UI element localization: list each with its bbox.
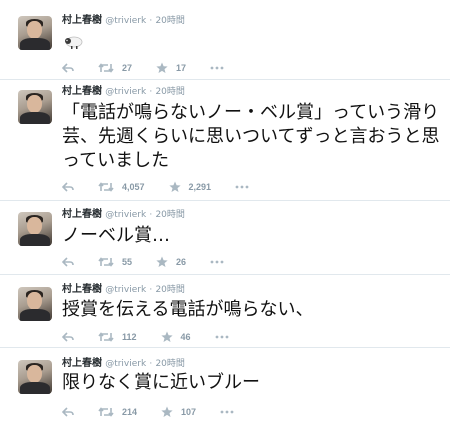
- tweet-actions: 55 26: [62, 255, 248, 269]
- avatar[interactable]: [18, 287, 52, 321]
- tweet-actions: 4,057 2,291: [62, 180, 273, 194]
- retweet-count: 4,057: [122, 182, 145, 192]
- star-icon: [161, 406, 173, 417]
- author-name[interactable]: 村上春樹: [62, 15, 102, 26]
- author-handle[interactable]: @trivierk: [105, 285, 146, 295]
- reply-button[interactable]: [62, 332, 74, 342]
- favorite-count: 26: [176, 257, 187, 267]
- more-button[interactable]: [215, 335, 229, 339]
- retweet-icon: [98, 182, 114, 192]
- author-name[interactable]: 村上春樹: [62, 209, 102, 220]
- timestamp[interactable]: 20時間: [155, 87, 184, 97]
- timestamp[interactable]: 20時間: [155, 359, 184, 369]
- retweet-icon: [98, 257, 114, 267]
- avatar[interactable]: [18, 16, 52, 50]
- author-handle[interactable]: @trivierk: [105, 210, 146, 220]
- separator: ·: [149, 87, 153, 97]
- reply-icon: [62, 63, 74, 73]
- tweet-header: 村上春樹 @trivierk · 20時間: [62, 283, 185, 297]
- avatar[interactable]: [18, 212, 52, 246]
- favorite-button[interactable]: 2,291: [168, 181, 212, 193]
- tweet-text: 限りなく賞に近いブルー: [62, 372, 260, 393]
- tweet-actions: 27 17: [62, 61, 248, 75]
- reply-icon: [62, 407, 74, 417]
- reply-icon: [62, 182, 74, 192]
- tweet-header: 村上春樹 @trivierk · 20時間: [62, 85, 185, 99]
- more-button[interactable]: [210, 260, 224, 264]
- retweet-button[interactable]: 112: [98, 332, 137, 342]
- tweet-header: 村上春樹 @trivierk · 20時間: [62, 208, 185, 222]
- tweet-header: 村上春樹 @trivierk · 20時間: [62, 14, 185, 28]
- favorite-button[interactable]: 107: [161, 406, 196, 418]
- more-icon: [220, 410, 234, 414]
- tweet-text: ノーベル賞…: [62, 225, 170, 246]
- more-icon: [235, 185, 249, 189]
- retweet-count: 55: [122, 257, 133, 267]
- separator: ·: [149, 285, 153, 295]
- more-button[interactable]: [210, 66, 224, 70]
- retweet-icon: [98, 332, 114, 342]
- retweet-button[interactable]: 27: [98, 63, 132, 73]
- reply-button[interactable]: [62, 407, 74, 417]
- retweet-count: 112: [122, 332, 137, 342]
- more-icon: [210, 66, 224, 70]
- star-icon: [156, 256, 168, 267]
- sheep-emoji-icon: [62, 32, 84, 49]
- timeline: 村上春樹 @trivierk · 20時間 27 17 村上春樹 @trivie…: [0, 0, 450, 424]
- author-handle[interactable]: @trivierk: [105, 16, 146, 26]
- tweet-header: 村上春樹 @trivierk · 20時間: [62, 357, 185, 371]
- retweet-count: 214: [122, 407, 138, 417]
- separator: ·: [149, 16, 153, 26]
- favorite-button[interactable]: 46: [160, 331, 191, 343]
- timestamp[interactable]: 20時間: [155, 285, 184, 295]
- tweet-text: [62, 32, 442, 56]
- more-button[interactable]: [235, 185, 249, 189]
- tweet[interactable]: 村上春樹 @trivierk · 20時間 27 17: [0, 0, 450, 80]
- avatar[interactable]: [18, 360, 52, 394]
- tweet[interactable]: 村上春樹 @trivierk · 20時間 限りなく賞に近いブルー 214 10…: [0, 348, 450, 424]
- separator: ·: [149, 210, 153, 220]
- tweet-actions: 214 107: [62, 405, 258, 419]
- timestamp[interactable]: 20時間: [155, 210, 184, 220]
- author-name[interactable]: 村上春樹: [62, 86, 102, 97]
- favorite-count: 2,291: [188, 182, 212, 192]
- tweet-text: 「電話が鳴らないノー・ベル賞」っていう滑り芸、先週くらいに思いついてずっと言おう…: [62, 102, 440, 171]
- favorite-count: 46: [180, 332, 191, 342]
- tweet-text: 授賞を伝える電話が鳴らない、: [62, 299, 314, 320]
- retweet-count: 27: [122, 63, 133, 73]
- author-handle[interactable]: @trivierk: [105, 87, 146, 97]
- author-name[interactable]: 村上春樹: [62, 358, 102, 369]
- author-handle[interactable]: @trivierk: [105, 359, 146, 369]
- more-button[interactable]: [220, 410, 234, 414]
- favorite-count: 107: [181, 407, 197, 417]
- reply-icon: [62, 332, 74, 342]
- reply-icon: [62, 257, 74, 267]
- retweet-icon: [98, 63, 114, 73]
- separator: ·: [149, 359, 153, 369]
- avatar[interactable]: [18, 90, 52, 124]
- retweet-button[interactable]: 55: [98, 257, 132, 267]
- star-icon: [168, 181, 181, 192]
- tweet[interactable]: 村上春樹 @trivierk · 20時間 授賞を伝える電話が鳴らない、 112…: [0, 275, 450, 348]
- favorite-button[interactable]: 17: [156, 62, 186, 74]
- star-icon: [160, 331, 173, 342]
- reply-button[interactable]: [62, 182, 74, 192]
- tweet[interactable]: 村上春樹 @trivierk · 20時間 ノーベル賞… 55 26: [0, 201, 450, 275]
- retweet-icon: [98, 407, 114, 417]
- author-name[interactable]: 村上春樹: [62, 284, 102, 295]
- favorite-count: 17: [176, 63, 187, 73]
- retweet-button[interactable]: 214: [98, 407, 137, 417]
- tweet-actions: 112 46: [62, 330, 253, 344]
- retweet-button[interactable]: 4,057: [98, 182, 145, 192]
- reply-button[interactable]: [62, 257, 74, 267]
- more-icon: [210, 260, 224, 264]
- timestamp[interactable]: 20時間: [155, 16, 184, 26]
- star-icon: [156, 62, 168, 73]
- reply-button[interactable]: [62, 63, 74, 73]
- more-icon: [215, 335, 228, 339]
- tweet[interactable]: 村上春樹 @trivierk · 20時間 「電話が鳴らないノー・ベル賞」ってい…: [0, 80, 450, 201]
- favorite-button[interactable]: 26: [156, 256, 186, 268]
